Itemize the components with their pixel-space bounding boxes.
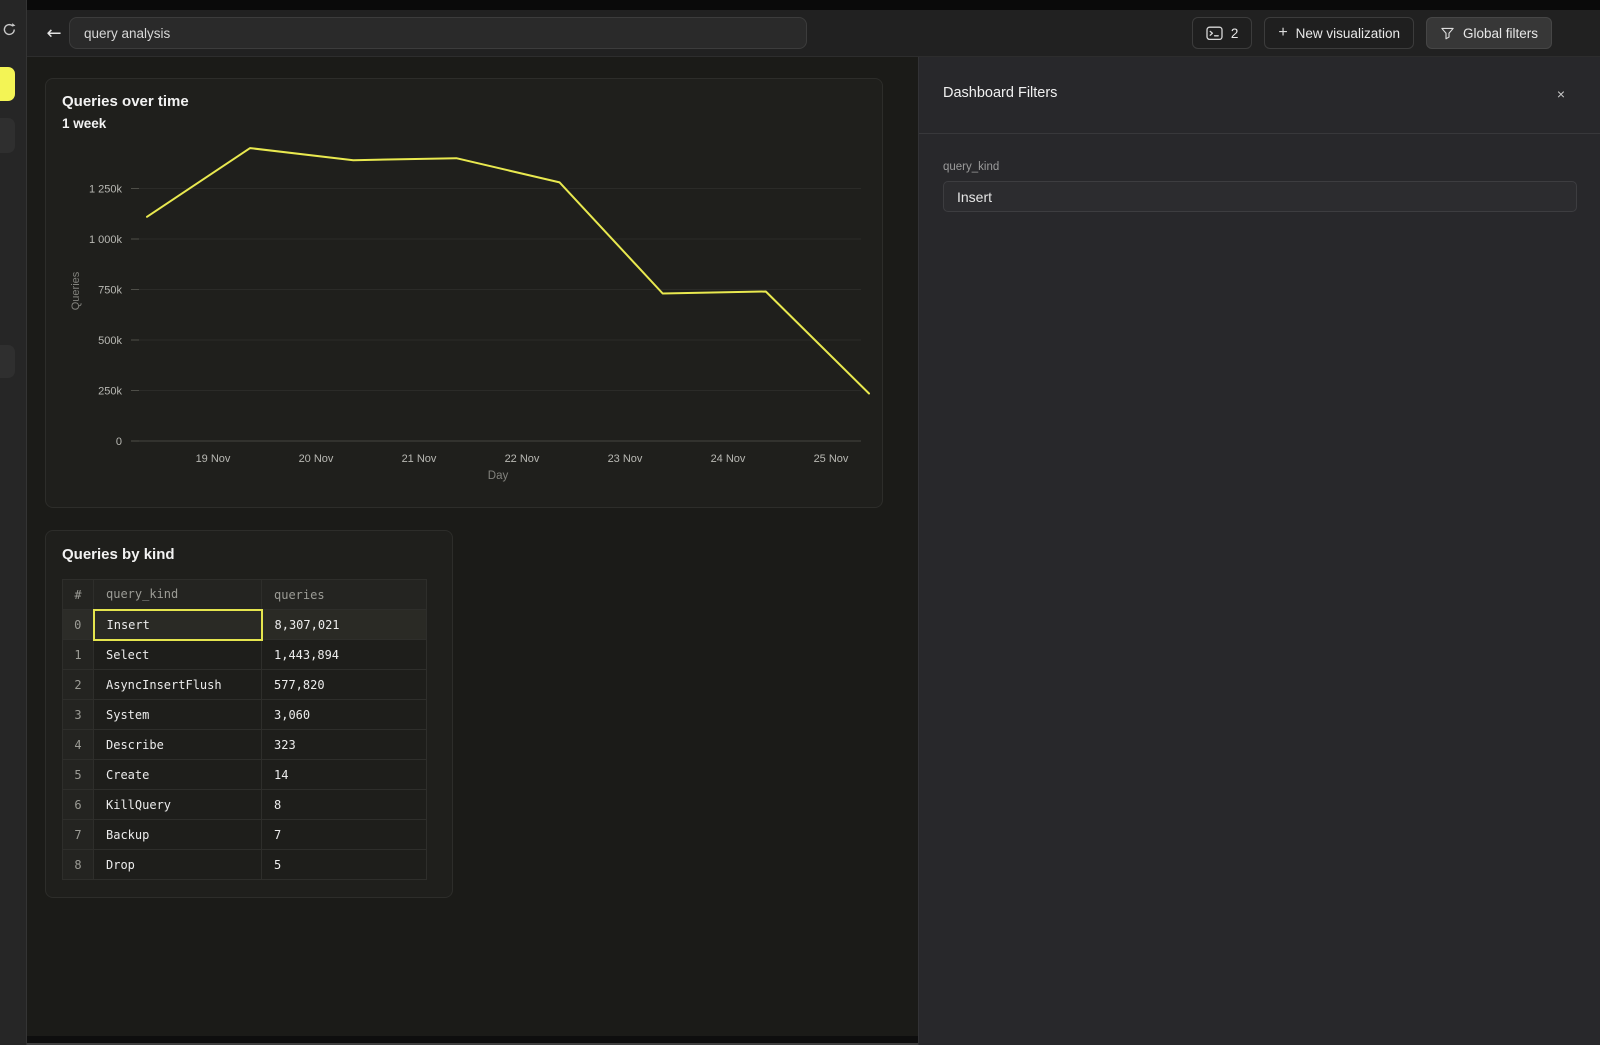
svg-text:23 Nov: 23 Nov: [608, 453, 643, 465]
cell-queries[interactable]: 577,820: [262, 670, 427, 700]
plus-icon: +: [1278, 25, 1287, 41]
panel-thumbnail-active[interactable]: [0, 67, 15, 101]
svg-text:22 Nov: 22 Nov: [505, 453, 540, 465]
console-icon: [1206, 26, 1223, 41]
svg-text:21 Nov: 21 Nov: [402, 453, 437, 465]
row-index: 2: [63, 670, 94, 700]
table-row: 8Drop5: [63, 850, 427, 880]
table-row: 6KillQuery8: [63, 790, 427, 820]
global-filters-button[interactable]: Global filters: [1426, 17, 1552, 49]
row-index: 8: [63, 850, 94, 880]
new-visualization-label: New visualization: [1296, 26, 1400, 41]
table-row: 2AsyncInsertFlush577,820: [63, 670, 427, 700]
left-sidebar: [0, 0, 27, 1045]
new-visualization-button[interactable]: + New visualization: [1264, 17, 1414, 49]
table-row: 1Select1,443,894: [63, 640, 427, 670]
table-header-row: # query_kind queries: [63, 580, 427, 610]
table-row: 0Insert8,307,021: [63, 610, 427, 640]
table-row: 3System3,060: [63, 700, 427, 730]
cell-query-kind[interactable]: Create: [94, 760, 262, 790]
table-row: 5Create14: [63, 760, 427, 790]
row-index: 0: [63, 610, 94, 640]
row-index: 5: [63, 760, 94, 790]
global-filters-label: Global filters: [1463, 26, 1538, 41]
table-row: 4Describe323: [63, 730, 427, 760]
cell-queries[interactable]: 5: [262, 850, 427, 880]
app-root: ← 2 + New visualization Global filters: [0, 0, 1600, 1045]
cell-query-kind[interactable]: Drop: [94, 850, 262, 880]
cell-queries[interactable]: 8: [262, 790, 427, 820]
cell-queries[interactable]: 8,307,021: [262, 610, 427, 640]
cell-queries[interactable]: 1,443,894: [262, 640, 427, 670]
cell-queries[interactable]: 323: [262, 730, 427, 760]
row-index: 7: [63, 820, 94, 850]
dashboard-canvas: Queries over time 1 week 0250k500k750k1 …: [27, 57, 918, 1045]
top-toolbar: ← 2 + New visualization Global filters: [27, 10, 1600, 57]
svg-text:500k: 500k: [98, 335, 122, 347]
queries-table-body: 0Insert8,307,0211Select1,443,8942AsyncIn…: [63, 610, 427, 880]
filter-field-label: query_kind: [943, 161, 999, 173]
svg-text:20 Nov: 20 Nov: [299, 453, 334, 465]
queries-by-kind-table: # query_kind queries 0Insert8,307,0211Se…: [62, 579, 427, 880]
svg-text:750k: 750k: [98, 285, 122, 297]
dashboard-filters-panel: Dashboard Filters × query_kind Insert: [918, 57, 1600, 1045]
cell-queries[interactable]: 3,060: [262, 700, 427, 730]
query-kind-filter-input[interactable]: Insert: [943, 181, 1577, 212]
table-row: 7Backup7: [63, 820, 427, 850]
svg-text:Day: Day: [488, 470, 509, 482]
column-header-query-kind[interactable]: query_kind: [94, 580, 262, 610]
svg-text:19 Nov: 19 Nov: [196, 453, 231, 465]
close-icon[interactable]: ×: [1550, 83, 1572, 105]
cell-query-kind[interactable]: System: [94, 700, 262, 730]
svg-text:25 Nov: 25 Nov: [814, 453, 849, 465]
refresh-icon[interactable]: [2, 22, 17, 37]
filters-panel-title: Dashboard Filters: [943, 85, 1057, 101]
cell-queries[interactable]: 7: [262, 820, 427, 850]
queries-over-time-line-chart[interactable]: 0 250k 500k 750k 1 000k 1 250k 19 Nov 20 Nov 21 …: [46, 79, 882, 507]
column-header-queries[interactable]: queries: [262, 580, 427, 610]
chart-panel-queries-over-time: Queries over time 1 week 0250k500k750k1 …: [45, 78, 883, 508]
query-kind-filter-value: Insert: [957, 189, 992, 205]
window-top-edge: [27, 0, 1600, 10]
svg-text:0: 0: [116, 436, 122, 448]
console-count-label: 2: [1231, 26, 1239, 41]
filters-panel-header: Dashboard Filters ×: [919, 57, 1600, 134]
svg-text:1 000k: 1 000k: [89, 234, 123, 246]
row-index: 4: [63, 730, 94, 760]
row-index: 1: [63, 640, 94, 670]
svg-text:24 Nov: 24 Nov: [711, 453, 746, 465]
cell-query-kind[interactable]: Backup: [94, 820, 262, 850]
table-panel-queries-by-kind: Queries by kind # query_kind queries 0In…: [45, 530, 453, 898]
topbar-actions: 2 + New visualization Global filters: [1192, 17, 1552, 49]
dashboard-title-input[interactable]: [69, 17, 807, 49]
row-index: 6: [63, 790, 94, 820]
svg-text:1 250k: 1 250k: [89, 184, 123, 196]
row-index: 3: [63, 700, 94, 730]
panel-thumbnail[interactable]: [0, 118, 15, 153]
cell-query-kind[interactable]: Select: [94, 640, 262, 670]
table-title: Queries by kind: [62, 546, 175, 563]
cell-query-kind[interactable]: KillQuery: [94, 790, 262, 820]
funnel-icon: [1440, 26, 1455, 41]
back-button[interactable]: ←: [40, 19, 68, 47]
cell-queries[interactable]: 14: [262, 760, 427, 790]
panel-thumbnail[interactable]: [0, 345, 15, 378]
cell-query-kind[interactable]: AsyncInsertFlush: [94, 670, 262, 700]
console-count-button[interactable]: 2: [1192, 17, 1253, 49]
svg-text:Queries: Queries: [70, 271, 82, 310]
cell-query-kind[interactable]: Describe: [94, 730, 262, 760]
svg-text:250k: 250k: [98, 386, 122, 398]
cell-query-kind[interactable]: Insert: [94, 610, 262, 640]
column-header-index[interactable]: #: [63, 580, 94, 610]
